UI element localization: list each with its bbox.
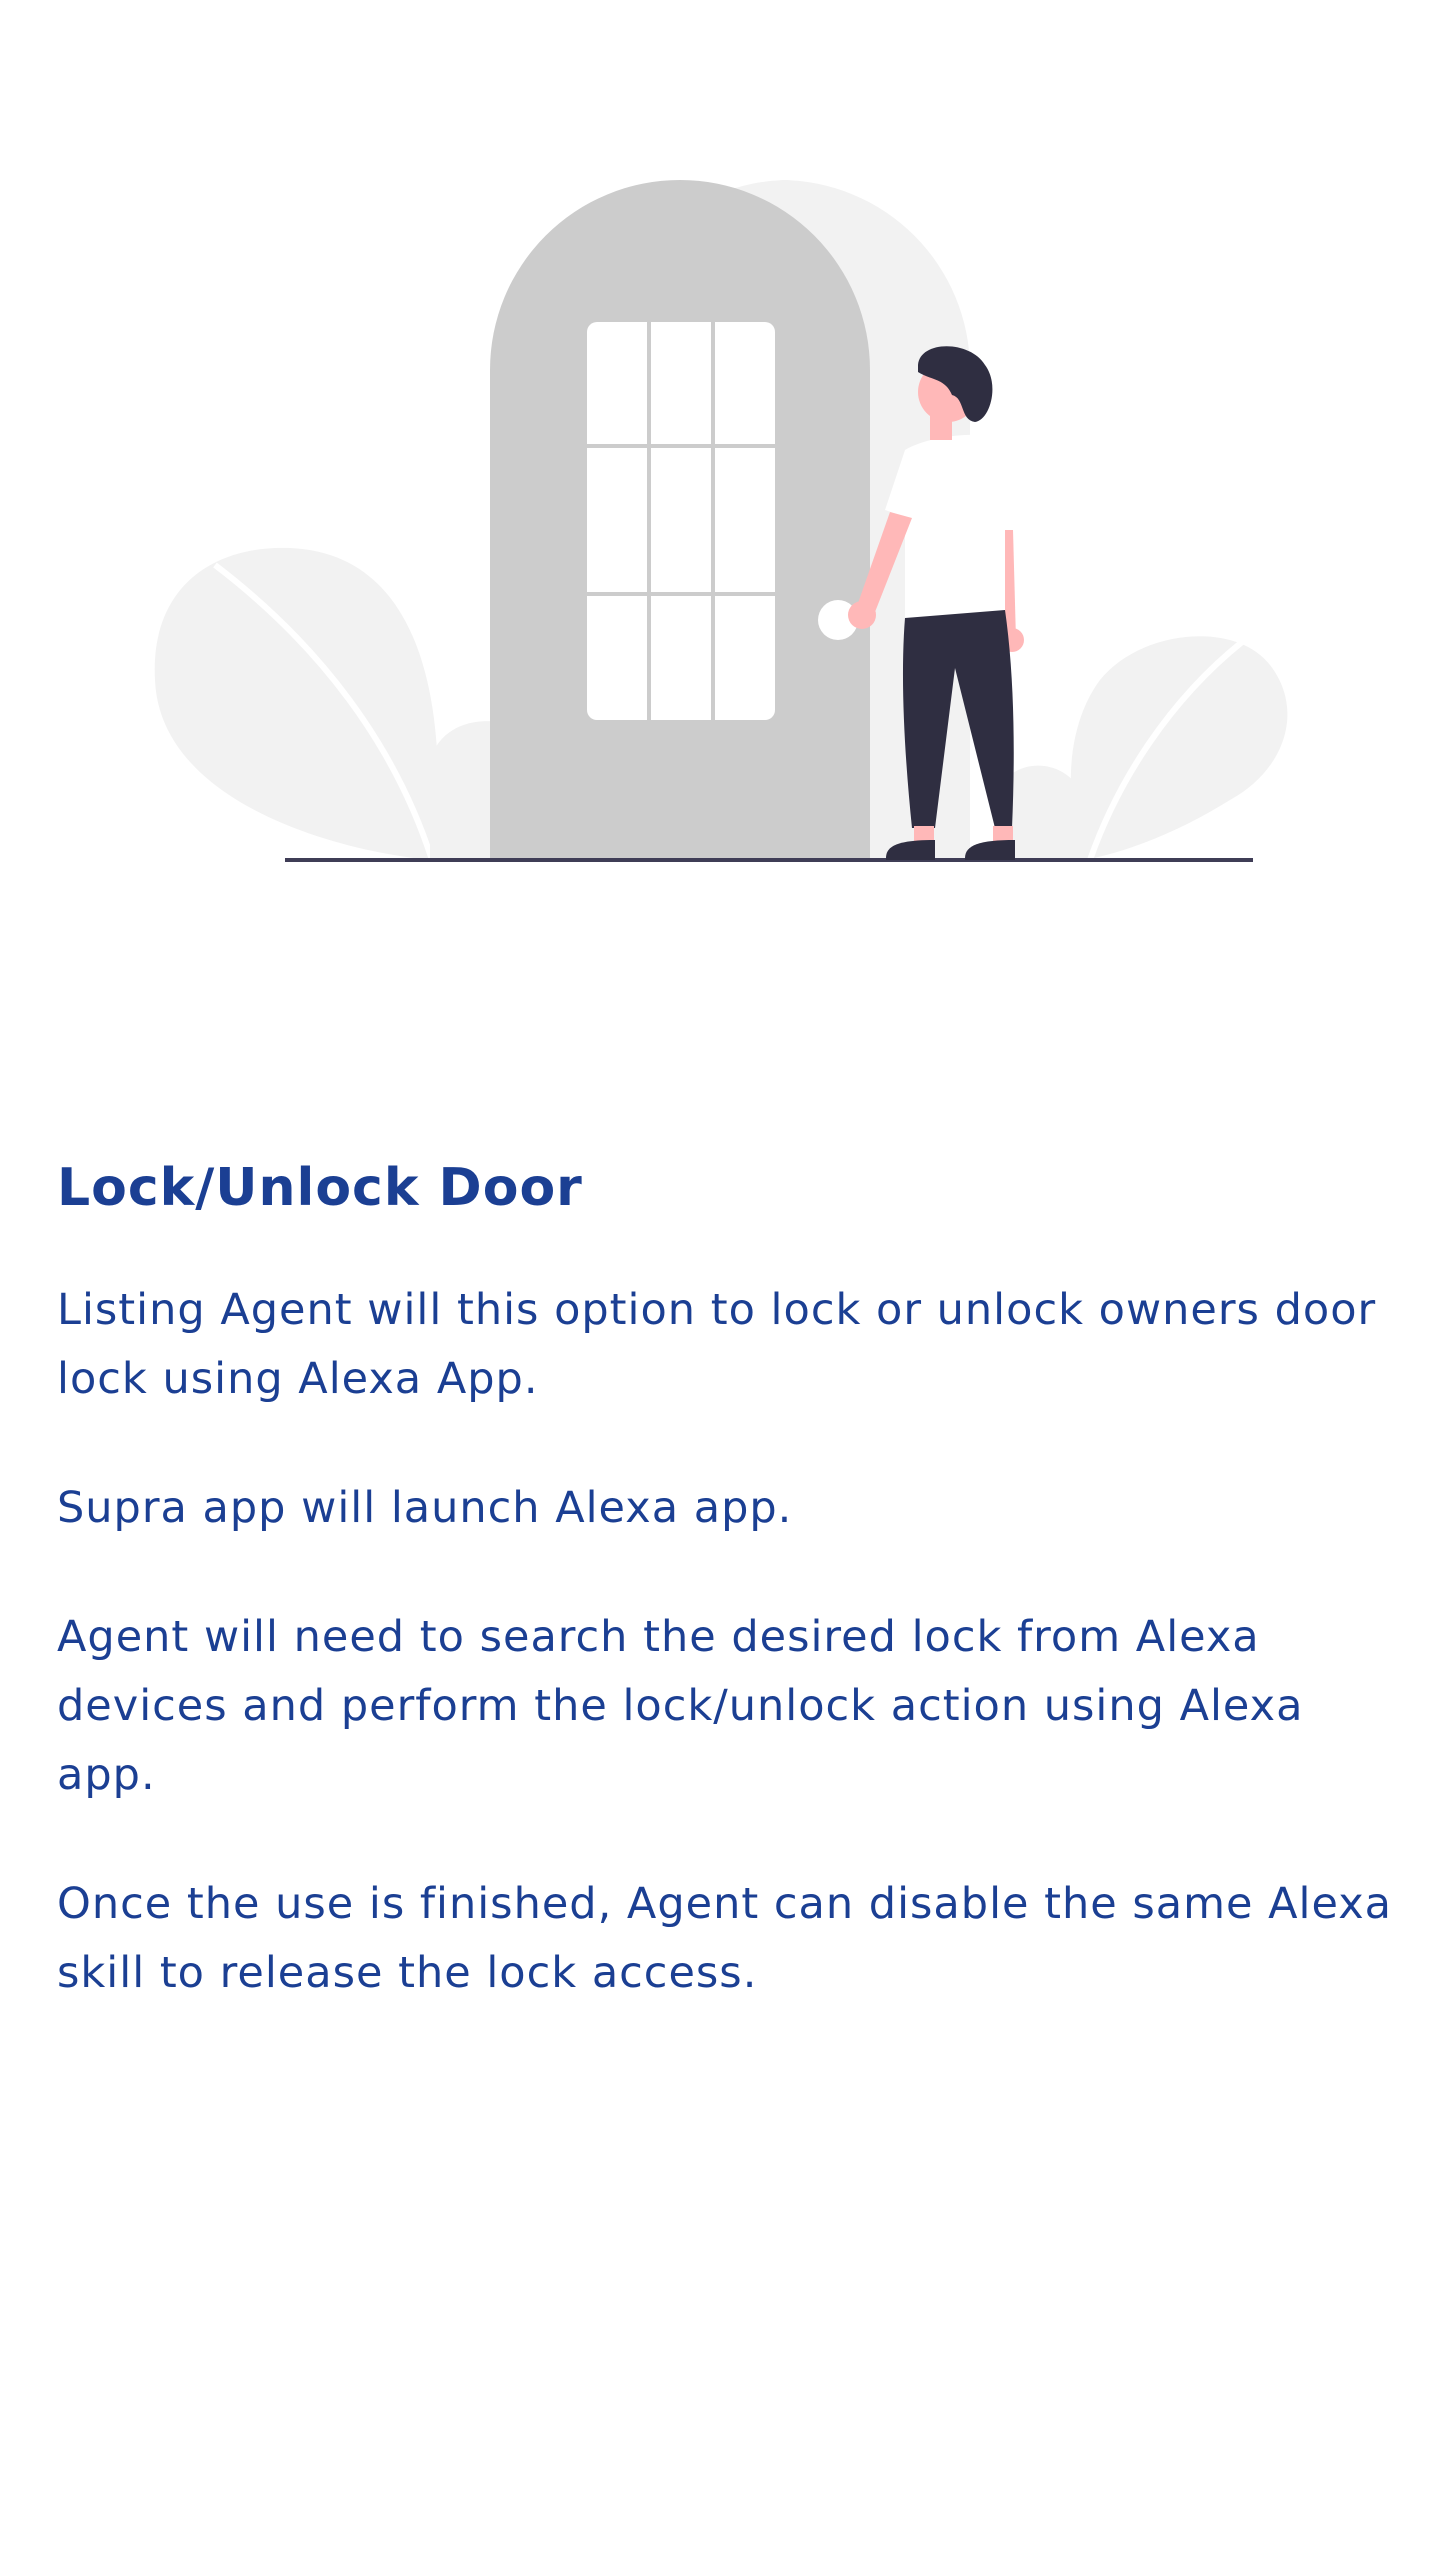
description-paragraph: Once the use is finished, Agent can disa…	[57, 1879, 1393, 1998]
description-paragraph: Listing Agent will this option to lock o…	[57, 1285, 1377, 1404]
left-leaf-shape	[154, 547, 437, 860]
left-bush-shape	[430, 721, 500, 860]
main-content: Lock/Unlock Door Listing Agent will this…	[57, 1150, 1407, 2068]
door-window	[587, 322, 775, 720]
page-title: Lock/Unlock Door	[57, 1158, 583, 1218]
description-paragraph: Supra app will launch Alexa app.	[57, 1483, 793, 1533]
description-paragraph: Agent will need to search the desired lo…	[57, 1612, 1304, 1800]
door-illustration	[154, 180, 1288, 862]
